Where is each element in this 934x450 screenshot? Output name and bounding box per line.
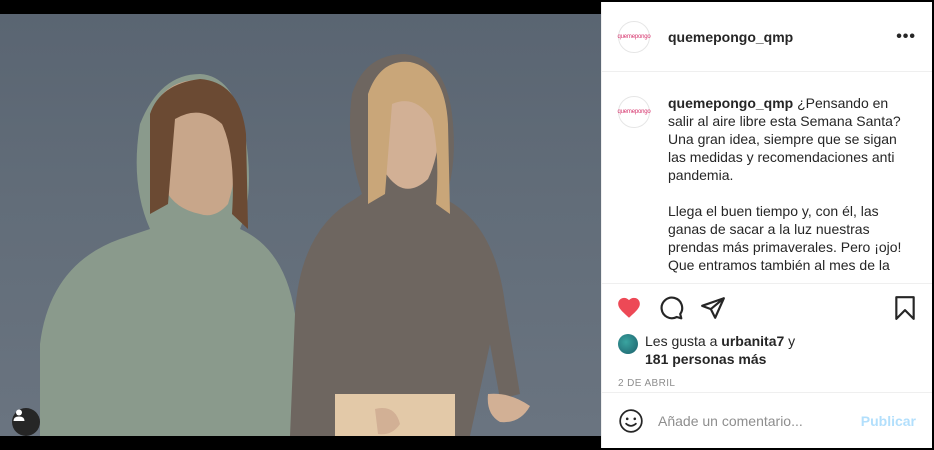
heart-icon[interactable]	[616, 295, 642, 321]
post-header: quemepongo quemepongo_qmp •••	[602, 2, 932, 72]
likes-summary: Les gusta a urbanita7 y 181 personas más	[602, 332, 932, 368]
photo-illustration	[40, 54, 530, 436]
caption-avatar-logo: quemepongo	[617, 109, 651, 115]
action-bar	[602, 284, 932, 332]
caption-area: quemepongo quemepongo_qmp ¿Pensando en s…	[602, 72, 932, 284]
avatar[interactable]: quemepongo	[617, 20, 651, 53]
emoji-icon[interactable]	[618, 408, 644, 434]
caption-avatar[interactable]: quemepongo	[617, 96, 651, 128]
caption: quemepongo_qmp ¿Pensando en salir al air…	[668, 94, 913, 283]
share-icon[interactable]	[700, 295, 726, 321]
bookmark-icon[interactable]	[892, 295, 918, 321]
liker-avatar[interactable]	[618, 334, 638, 354]
comment-box: Publicar	[602, 392, 932, 448]
comment-input[interactable]	[658, 412, 861, 429]
person-icon	[13, 409, 25, 421]
post-username[interactable]: quemepongo_qmp	[668, 29, 896, 45]
likes-others[interactable]: 181 personas más	[645, 351, 766, 367]
comment-icon[interactable]	[658, 295, 684, 321]
caption-username[interactable]: quemepongo_qmp	[668, 95, 793, 111]
likes-middle: y	[784, 333, 796, 349]
post-details-panel: quemepongo quemepongo_qmp ••• quemepongo…	[601, 2, 932, 448]
publish-button[interactable]: Publicar	[861, 413, 916, 429]
avatar-logo: quemepongo	[617, 33, 651, 40]
post-photo[interactable]	[0, 14, 601, 436]
tagged-users-button[interactable]	[12, 408, 40, 436]
likes-prefix: Les gusta a	[645, 333, 722, 349]
likes-first-user[interactable]: urbanita7	[721, 333, 784, 349]
caption-text-2: Llega el buen tiempo y, con él, las gana…	[668, 203, 902, 273]
more-options-icon[interactable]: •••	[896, 28, 916, 46]
